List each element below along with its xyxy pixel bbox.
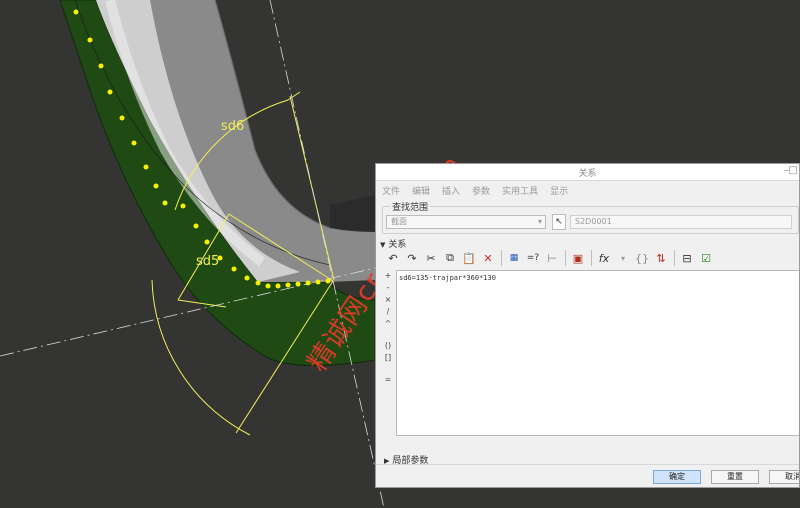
dimension-icon[interactable]: ⊢ <box>543 249 561 267</box>
operator-equals[interactable]: = <box>385 374 392 386</box>
chevron-down-icon[interactable]: ▾ <box>614 249 632 267</box>
operator-minus[interactable]: - <box>387 282 390 294</box>
dimension-label-sd6[interactable]: sd6 <box>221 120 244 133</box>
brackets-icon[interactable]: {} <box>633 249 651 267</box>
toolbar-divider <box>501 250 502 266</box>
relations-dialog: 关系 – □ 文件 编辑 插入 参数 实用工具 显示 查找范围 截面 ▾ ↖ S… <box>375 163 800 488</box>
scope-type-select[interactable]: 截面 ▾ <box>386 215 546 229</box>
select-cursor-icon[interactable]: ↖ <box>552 214 566 230</box>
dialog-button-bar: 确定 重置 取消 <box>376 464 799 487</box>
operator-brackets[interactable]: [] <box>385 352 391 364</box>
maximize-icon[interactable]: □ <box>789 165 798 176</box>
operator-plus[interactable]: + <box>385 270 392 282</box>
menu-insert[interactable]: 插入 <box>442 184 460 197</box>
toolbar-divider <box>674 250 675 266</box>
paste-icon[interactable]: 📋 <box>460 249 478 267</box>
copy-icon[interactable]: ⧉ <box>441 249 459 267</box>
verify-icon[interactable]: ▣ <box>569 249 587 267</box>
toolbar-divider <box>565 250 566 266</box>
operator-power[interactable]: ^ <box>385 318 392 330</box>
dimension-label-sd5[interactable]: sd5 <box>196 255 219 268</box>
reset-button[interactable]: 重置 <box>711 470 759 484</box>
menu-utilities[interactable]: 实用工具 <box>502 184 538 197</box>
delete-icon[interactable]: ✕ <box>479 249 497 267</box>
operator-multiply[interactable]: × <box>385 294 392 306</box>
menu-file[interactable]: 文件 <box>382 184 400 197</box>
relations-toolbar: ↶ ↷ ✂ ⧉ 📋 ✕ ▦ =? ⊢ ▣ fx ▾ {} ⇅ ⊟ ☑ <box>384 248 799 268</box>
redo-icon[interactable]: ↷ <box>403 249 421 267</box>
operator-parens[interactable]: () <box>385 340 391 352</box>
undo-icon[interactable]: ↶ <box>384 249 402 267</box>
relations-editor[interactable]: sd6=135-trajpar*360*130 <box>396 270 799 436</box>
show-values-icon[interactable]: ▦ <box>505 249 523 267</box>
dialog-menubar: 文件 编辑 插入 参数 实用工具 显示 <box>382 184 568 197</box>
ok-button[interactable]: 确定 <box>653 470 701 484</box>
operator-divide[interactable]: / <box>387 306 390 318</box>
menu-edit[interactable]: 编辑 <box>412 184 430 197</box>
cut-icon[interactable]: ✂ <box>422 249 440 267</box>
menu-parameters[interactable]: 参数 <box>472 184 490 197</box>
check-icon[interactable]: ☑ <box>697 249 715 267</box>
search-scope-label: 查找范围 <box>390 200 431 213</box>
dialog-titlebar[interactable]: 关系 – □ <box>376 164 799 181</box>
execute-icon[interactable]: ⊟ <box>678 249 696 267</box>
toolbar-divider <box>591 250 592 266</box>
scope-type-value: 截面 <box>391 217 407 226</box>
menu-display[interactable]: 显示 <box>550 184 568 197</box>
chevron-down-icon: ▾ <box>537 217 542 226</box>
dialog-title: 关系 <box>578 169 597 179</box>
sort-icon[interactable]: ⇅ <box>652 249 670 267</box>
operator-sidebar: + - × / ^ () [] = <box>380 270 396 394</box>
scope-selection-field[interactable]: S2D0001 <box>570 215 792 229</box>
cancel-button[interactable]: 取消 <box>769 470 799 484</box>
function-icon[interactable]: fx <box>595 249 613 267</box>
evaluate-icon[interactable]: =? <box>524 249 542 267</box>
